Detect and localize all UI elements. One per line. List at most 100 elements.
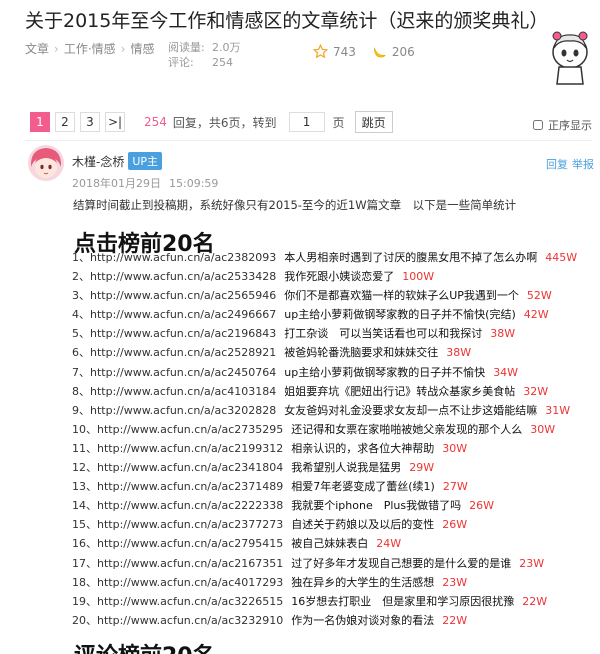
rank-number: 15、 <box>72 518 97 532</box>
view-count: 22W <box>442 613 468 627</box>
list-item: 6、 http://www.acfun.cn/a/ac2528921 被爸妈轮番洗脑… <box>72 343 597 362</box>
page-button-2[interactable]: 2 <box>55 112 75 132</box>
article-link[interactable]: http://www.acfun.cn/a/ac2565946 <box>90 286 276 305</box>
article-title: 独在异乡的大学生的生活感想 <box>291 575 435 589</box>
list-item: 7、 http://www.acfun.cn/a/ac2450764 up主给小萝莉… <box>72 363 597 382</box>
view-count: 23W <box>519 556 545 570</box>
article-title: 姐姐要弃坑《肥妞出行记》转战众基家乡美食帖 <box>284 384 516 398</box>
view-count: 23W <box>442 575 468 589</box>
rank-number: 4、 <box>72 308 90 322</box>
rank-number: 9、 <box>72 403 90 417</box>
rank-number: 3、 <box>72 289 90 303</box>
article-link[interactable]: http://www.acfun.cn/a/ac4103184 <box>90 382 276 401</box>
breadcrumb-separator: › <box>54 41 59 56</box>
view-count: 27W <box>442 480 468 494</box>
view-count: 52W <box>526 289 552 303</box>
article-link[interactable]: http://www.acfun.cn/a/ac4017293 <box>97 573 283 592</box>
next-section-heading: 评论榜前20名 <box>74 638 215 654</box>
article-actions: 743 206 <box>313 44 431 59</box>
list-item: 18、 http://www.acfun.cn/a/ac4017293 独在异乡的大… <box>72 573 597 592</box>
article-title: up主给小萝莉做钢琴家教的日子并不愉快 <box>284 365 486 379</box>
rank-number: 18、 <box>72 575 97 589</box>
page-number-input[interactable] <box>288 112 325 132</box>
view-count: 30W <box>530 422 556 436</box>
banana-button[interactable]: 206 <box>372 44 415 59</box>
view-count: 29W <box>409 461 435 475</box>
article-link[interactable]: http://www.acfun.cn/a/ac2735295 <box>97 420 283 439</box>
rank-number: 10、 <box>72 422 97 436</box>
article-link[interactable]: http://www.acfun.cn/a/ac2371489 <box>97 477 283 496</box>
view-count: 38W <box>446 346 472 360</box>
article-title: 我就要个iphone Plus我做错了吗 <box>291 499 462 513</box>
article-link[interactable]: http://www.acfun.cn/a/ac2496667 <box>90 305 276 324</box>
view-count: 22W <box>522 594 548 608</box>
list-item: 8、 http://www.acfun.cn/a/ac4103184 姐姐要弃坑《肥… <box>72 382 597 401</box>
list-item: 9、 http://www.acfun.cn/a/ac3202828 女友爸妈对礼金… <box>72 401 597 420</box>
ranking-list: 1、 http://www.acfun.cn/a/ac2382093 本人男相亲时遇… <box>72 248 597 630</box>
comment-author: 木槿-念桥 UP主 <box>72 152 163 170</box>
article-link[interactable]: http://www.acfun.cn/a/ac2341804 <box>97 458 283 477</box>
article-link[interactable]: http://www.acfun.cn/a/ac3226515 <box>97 592 283 611</box>
list-item: 13、 http://www.acfun.cn/a/ac2371489 相爱7年老婆… <box>72 477 597 496</box>
comment-time: 15:09:59 <box>169 177 219 190</box>
report-button[interactable]: 举报 <box>572 158 594 171</box>
last-page-button[interactable]: >| <box>105 112 125 132</box>
article-link[interactable]: http://www.acfun.cn/a/ac2450764 <box>90 363 276 382</box>
banana-count: 206 <box>391 44 415 59</box>
article-link[interactable]: http://www.acfun.cn/a/ac2377273 <box>97 515 283 534</box>
views-label: 阅读量: <box>168 41 205 54</box>
rank-number: 19、 <box>72 594 97 608</box>
view-count: 24W <box>376 537 402 551</box>
article-title: 16岁想去打职业 但是家里和学习原因很扰豫 <box>291 594 515 608</box>
breadcrumb-separator: › <box>120 41 126 56</box>
view-count: 31W <box>545 403 571 417</box>
order-toggle[interactable]: 正序显示 <box>533 117 592 133</box>
reply-button[interactable]: 回复 <box>546 158 568 171</box>
article-link[interactable]: http://www.acfun.cn/a/ac3202828 <box>90 401 276 420</box>
list-item: 14、 http://www.acfun.cn/a/ac2222338 我就要个ip… <box>72 496 597 515</box>
article-link[interactable]: http://www.acfun.cn/a/ac2795415 <box>97 534 283 553</box>
article-title: 被自己妹妹表白 <box>291 537 369 551</box>
article-link[interactable]: http://www.acfun.cn/a/ac2528921 <box>90 343 276 362</box>
breadcrumb-item-article[interactable]: 文章 <box>25 40 49 57</box>
list-item: 11、 http://www.acfun.cn/a/ac2199312 相亲认识的，… <box>72 439 597 458</box>
rank-number: 1、 <box>72 251 90 264</box>
view-count: 42W <box>523 308 549 322</box>
username[interactable]: 木槿-念桥 <box>72 153 124 170</box>
article-title: 作为一名伪娘对谈对象的看法 <box>291 613 435 627</box>
rank-number: 8、 <box>72 384 90 398</box>
article-title: 打工杂谈 可以当笑话看也可以和我探讨 <box>284 327 483 341</box>
comment-timestamp: 2018年01月29日 15:09:59 <box>72 175 218 191</box>
page-button-3[interactable]: 3 <box>80 112 100 132</box>
divider <box>25 140 592 141</box>
article-link[interactable]: http://www.acfun.cn/a/ac2196843 <box>90 324 276 343</box>
article-link[interactable]: http://www.acfun.cn/a/ac2199312 <box>97 439 283 458</box>
article-stats: 阅读量: 2.0万 评论: 254 <box>168 40 241 70</box>
jump-page-button[interactable]: 跳页 <box>354 111 393 133</box>
rank-number: 7、 <box>72 365 90 379</box>
list-item: 16、 http://www.acfun.cn/a/ac2795415 被自己妹妹表… <box>72 534 597 553</box>
list-item: 15、 http://www.acfun.cn/a/ac2377273 自述关于药娘… <box>72 515 597 534</box>
star-icon <box>313 44 328 59</box>
article-link[interactable]: http://www.acfun.cn/a/ac2222338 <box>97 496 283 515</box>
view-count: 26W <box>442 518 468 532</box>
article-link[interactable]: http://www.acfun.cn/a/ac2533428 <box>90 267 276 286</box>
avatar[interactable] <box>28 145 64 181</box>
article-link[interactable]: http://www.acfun.cn/a/ac2382093 <box>90 248 276 267</box>
article-title: 女友爸妈对礼金没要求女友却一点不让步这婚能结嘛 <box>284 403 538 417</box>
comments-count: 254 <box>212 56 233 69</box>
order-label: 正序显示 <box>548 119 592 132</box>
list-item: 20、 http://www.acfun.cn/a/ac3232910 作为一名伪娘… <box>72 611 597 630</box>
article-link[interactable]: http://www.acfun.cn/a/ac2167351 <box>97 554 283 573</box>
list-item: 10、 http://www.acfun.cn/a/ac2735295 还记得和女票… <box>72 420 597 439</box>
views-count: 2.0万 <box>212 41 241 54</box>
view-count: 38W <box>490 327 516 341</box>
order-checkbox[interactable] <box>533 120 543 130</box>
page-button-1[interactable]: 1 <box>30 112 50 132</box>
like-button[interactable]: 743 <box>313 44 356 59</box>
rank-number: 13、 <box>72 480 97 494</box>
breadcrumb-item-work-emotion[interactable]: 工作·情感 <box>64 40 116 57</box>
breadcrumb-item-emotion[interactable]: 情感 <box>130 40 154 57</box>
article-link[interactable]: http://www.acfun.cn/a/ac3232910 <box>97 611 283 630</box>
rank-number: 11、 <box>72 441 97 455</box>
